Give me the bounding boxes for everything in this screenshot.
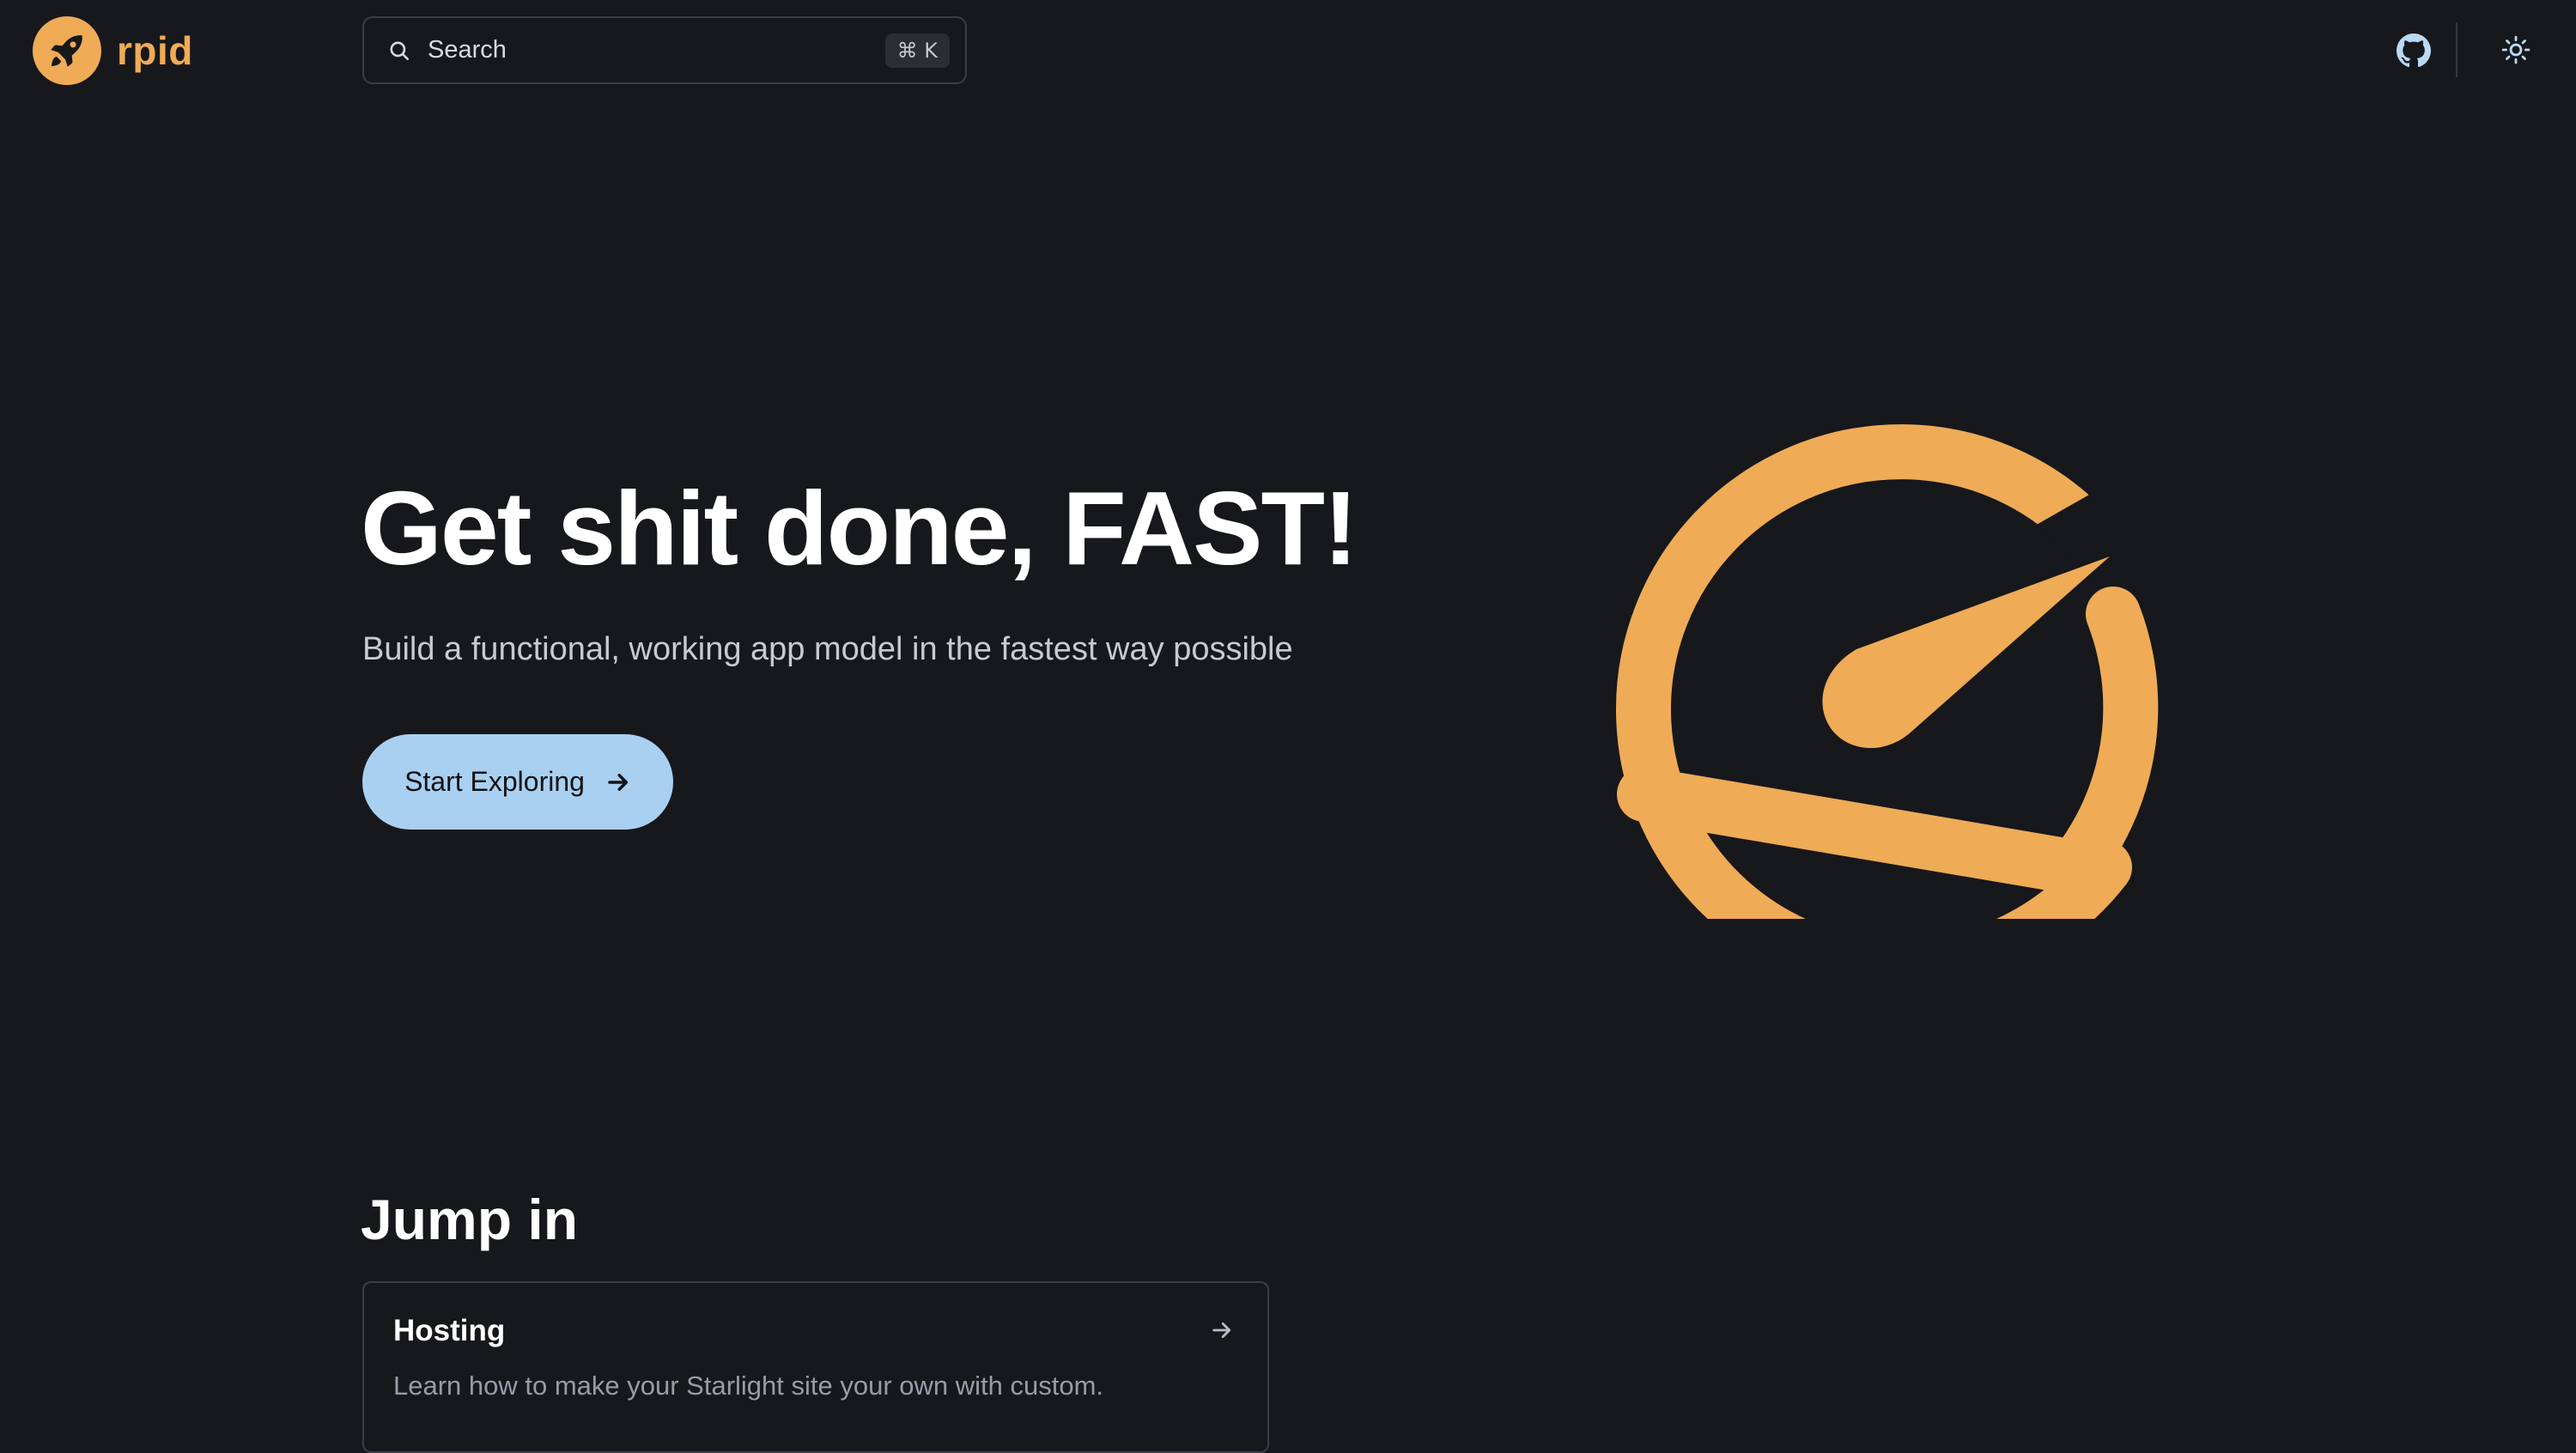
site-header: rpid Search ⌘ K [0,0,2576,103]
speedometer-icon [1580,404,2181,995]
header-divider [2456,22,2458,77]
search-button[interactable]: Search ⌘ K [362,16,967,84]
arrow-right-icon [605,769,631,795]
rocket-icon [33,16,101,85]
hosting-card[interactable]: Hosting Learn how to make your Starlight… [362,1281,1269,1453]
hero-tagline: Build a functional, working app model in… [362,631,1293,667]
start-exploring-button[interactable]: Start Exploring [362,734,673,830]
arrow-right-icon [1207,1316,1236,1345]
site-name: rpid [117,28,193,73]
card-description: Learn how to make your Starlight site yo… [393,1371,1104,1401]
theme-toggle-button[interactable] [2499,33,2533,67]
search-icon [386,38,412,64]
cta-label: Start Exploring [404,766,585,797]
jump-in-heading: Jump in [361,1188,579,1251]
search-shortcut-badge: ⌘ K [884,33,950,68]
hero-title: Get shit done, FAST! [361,470,1358,587]
github-icon [2397,33,2431,68]
github-link[interactable] [2394,31,2433,70]
search-label: Search [428,36,507,64]
card-title: Hosting [393,1314,506,1347]
sun-icon [2501,35,2530,64]
site-logo-link[interactable]: rpid [33,16,193,85]
